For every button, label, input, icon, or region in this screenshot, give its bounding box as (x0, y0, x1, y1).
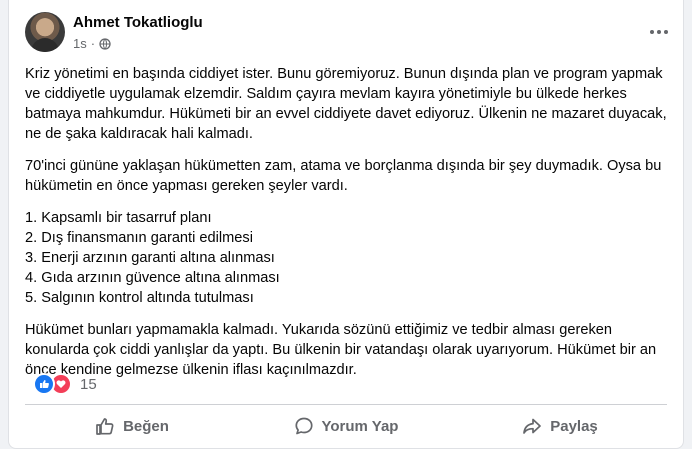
like-button[interactable]: Beğen (25, 408, 239, 444)
post-meta: 1s · (73, 36, 111, 51)
list-item: 1. Kapsamlı bir tasarruf planı (25, 210, 212, 226)
post-card: Ahmet Tokatlioglu 1s · Kriz yönetimi en … (8, 0, 684, 449)
share-icon (523, 418, 542, 434)
list-item: 2. Dış finansmanın garanti edilmesi (25, 230, 253, 246)
divider (25, 404, 667, 405)
thumbs-up-icon (96, 418, 114, 435)
list-item: 5. Salgının kontrol altında tutulması (25, 290, 254, 306)
share-label: Paylaş (550, 417, 598, 435)
post-actions: Beğen Yorum Yap Paylaş (25, 408, 667, 444)
author-name[interactable]: Ahmet Tokatlioglu (73, 14, 203, 31)
comment-label: Yorum Yap (321, 417, 399, 435)
reaction-count[interactable]: 15 (80, 376, 97, 393)
post-paragraph: Hükümet bunları yapmamakla kalmadı. Yuka… (25, 322, 657, 378)
reactions-summary[interactable]: 15 (33, 373, 97, 395)
post-paragraph: Kriz yönetimi en başında ciddiyet ister.… (25, 66, 667, 142)
post-header: Ahmet Tokatlioglu 1s · (25, 12, 668, 56)
list-item: 4. Gıda arzının güvence altına alınması (25, 270, 280, 286)
post-paragraph: 70'inci gününe yaklaşan hükümetten zam, … (25, 158, 662, 194)
share-button[interactable]: Paylaş (453, 408, 667, 444)
comment-icon (294, 417, 313, 435)
more-options-icon[interactable] (647, 22, 671, 42)
globe-icon[interactable] (99, 37, 111, 50)
post-time[interactable]: 1s (73, 36, 87, 51)
like-icon (33, 373, 55, 395)
avatar[interactable] (25, 12, 65, 52)
post-list: 1. Kapsamlı bir tasarruf planı 2. Dış fi… (25, 208, 667, 308)
like-label: Beğen (123, 417, 169, 435)
post-body: Kriz yönetimi en başında ciddiyet ister.… (25, 64, 667, 392)
list-item: 3. Enerji arzının garanti altına alınmas… (25, 250, 275, 266)
comment-button[interactable]: Yorum Yap (239, 408, 453, 444)
